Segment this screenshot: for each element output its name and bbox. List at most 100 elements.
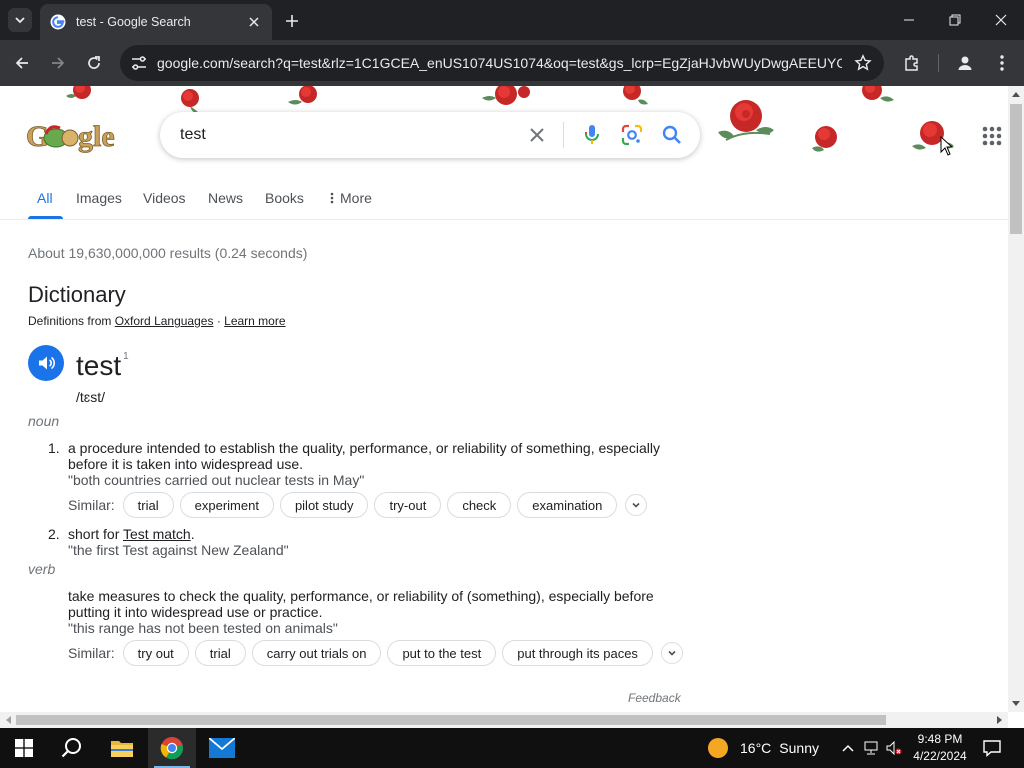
browser-title-bar: test - Google Search (0, 0, 1024, 40)
minimize-icon (904, 19, 914, 21)
similar-chip[interactable]: try-out (374, 492, 442, 518)
definition-item: 2. short for Test match. "the first Test… (48, 526, 668, 558)
search-icon (662, 125, 681, 144)
mail-taskbar-button[interactable] (198, 728, 246, 768)
close-icon (995, 14, 1007, 26)
toolbar-divider (938, 54, 939, 72)
oxford-languages-link[interactable]: Oxford Languages (115, 314, 214, 328)
dictionary-heading: Dictionary (28, 282, 126, 307)
tab-books[interactable]: Books (265, 190, 304, 206)
definition-example: "this range has not been tested on anima… (68, 620, 338, 636)
similar-chip[interactable]: try out (122, 640, 189, 666)
restore-button[interactable] (932, 0, 978, 40)
search-divider (563, 122, 564, 148)
tab-images[interactable]: Images (76, 190, 122, 206)
scroll-right-icon[interactable] (992, 712, 1008, 728)
chrome-taskbar-button[interactable] (148, 728, 196, 768)
google-apps-icon[interactable] (980, 124, 1004, 148)
tab-news[interactable]: News (208, 190, 243, 206)
feedback-link[interactable]: Feedback (628, 691, 681, 705)
weather-temperature: 16°C (740, 740, 772, 756)
scroll-down-icon[interactable] (1008, 696, 1024, 712)
more-vertical-icon (330, 192, 334, 204)
vertical-scroll-thumb[interactable] (1010, 104, 1022, 234)
active-tab-indicator (28, 216, 63, 219)
scroll-up-icon[interactable] (1008, 86, 1024, 102)
similar-chip[interactable]: put through its paces (502, 640, 653, 666)
similar-chip[interactable]: pilot study (279, 492, 369, 518)
similar-chip[interactable]: trial (194, 640, 246, 666)
rose-decoration-icon (812, 126, 837, 152)
tab-search-button[interactable] (8, 8, 32, 32)
voice-search-button[interactable] (580, 123, 604, 147)
new-tab-button[interactable] (280, 9, 304, 33)
similar-chip[interactable]: experiment (179, 492, 274, 518)
similar-chip[interactable]: examination (517, 492, 618, 518)
mouse-cursor-icon (940, 136, 954, 156)
search-box[interactable]: test (160, 112, 700, 158)
headword-superscript: 1 (123, 350, 129, 362)
weather-widget[interactable]: 16°C Sunny (708, 728, 819, 768)
vertical-scrollbar[interactable] (1008, 86, 1024, 712)
more-vertical-icon (1000, 55, 1004, 71)
file-explorer-button[interactable] (98, 728, 146, 768)
tab-more[interactable]: More (330, 190, 372, 206)
browser-menu-button[interactable] (990, 51, 1014, 75)
clear-search-button[interactable] (525, 123, 549, 147)
google-favicon-icon (50, 14, 66, 30)
search-input[interactable]: test (180, 126, 509, 144)
close-window-button[interactable] (978, 0, 1024, 40)
similar-chip[interactable]: trial (122, 492, 174, 518)
search-submit-button[interactable] (660, 123, 684, 147)
forward-button[interactable] (44, 49, 72, 77)
address-bar[interactable]: google.com/search?q=test&rlz=1C1GCEA_enU… (120, 45, 884, 81)
notification-center-icon[interactable] (982, 738, 1002, 758)
start-button[interactable] (0, 728, 48, 768)
site-info-icon[interactable] (130, 54, 148, 72)
similar-chip[interactable]: carry out trials on (251, 640, 382, 666)
similar-label: Similar: (68, 645, 115, 661)
pronunciation-button[interactable] (28, 345, 64, 381)
extensions-button[interactable] (900, 51, 924, 75)
reload-button[interactable] (80, 49, 108, 77)
svg-text:gle: gle (78, 120, 115, 153)
dictionary-word: test 1 (76, 350, 129, 382)
expand-similar-button[interactable] (625, 494, 648, 516)
minimize-button[interactable] (886, 0, 932, 40)
rose-decoration-icon (862, 86, 894, 102)
lens-search-button[interactable] (620, 123, 644, 147)
tab-all[interactable]: All (37, 190, 53, 206)
reload-icon (88, 56, 100, 69)
similar-chip[interactable]: put to the test (387, 640, 497, 666)
dictionary-source: Definitions from Oxford Languages · Lear… (28, 314, 286, 328)
back-button[interactable] (8, 49, 36, 77)
rose-decoration-icon (288, 86, 317, 105)
camera-lens-icon (621, 124, 643, 146)
tab-close-icon[interactable] (246, 14, 262, 30)
bookmark-star-icon[interactable] (854, 54, 872, 72)
scroll-left-icon[interactable] (0, 712, 16, 728)
tab-videos[interactable]: Videos (143, 190, 186, 206)
learn-more-link[interactable]: Learn more (224, 314, 285, 328)
definition-suffix: . (190, 526, 195, 542)
volume-muted-icon[interactable] (886, 740, 902, 756)
horizontal-scrollbar[interactable] (0, 712, 1008, 728)
browser-toolbar: google.com/search?q=test&rlz=1C1GCEA_enU… (0, 40, 1024, 86)
browser-tab-active[interactable]: test - Google Search (40, 4, 272, 40)
google-doodle-logo[interactable]: G gle (26, 118, 118, 154)
definition-text: a procedure intended to establish the qu… (68, 440, 660, 472)
show-hidden-icons-button[interactable] (840, 740, 856, 756)
puzzle-icon (905, 55, 918, 71)
expand-similar-button[interactable] (660, 642, 683, 664)
speaker-icon (39, 356, 55, 370)
horizontal-scroll-thumb[interactable] (16, 715, 886, 725)
sun-icon (708, 738, 728, 758)
test-match-link[interactable]: Test match (123, 526, 191, 542)
similar-chip[interactable]: check (447, 492, 512, 518)
network-icon[interactable] (863, 740, 879, 756)
mail-icon (209, 738, 235, 758)
profile-button[interactable] (952, 50, 978, 76)
tab-title: test - Google Search (76, 15, 191, 29)
system-clock[interactable]: 9:48 PM 4/22/2024 (912, 731, 968, 765)
taskbar-search-button[interactable] (48, 728, 96, 768)
